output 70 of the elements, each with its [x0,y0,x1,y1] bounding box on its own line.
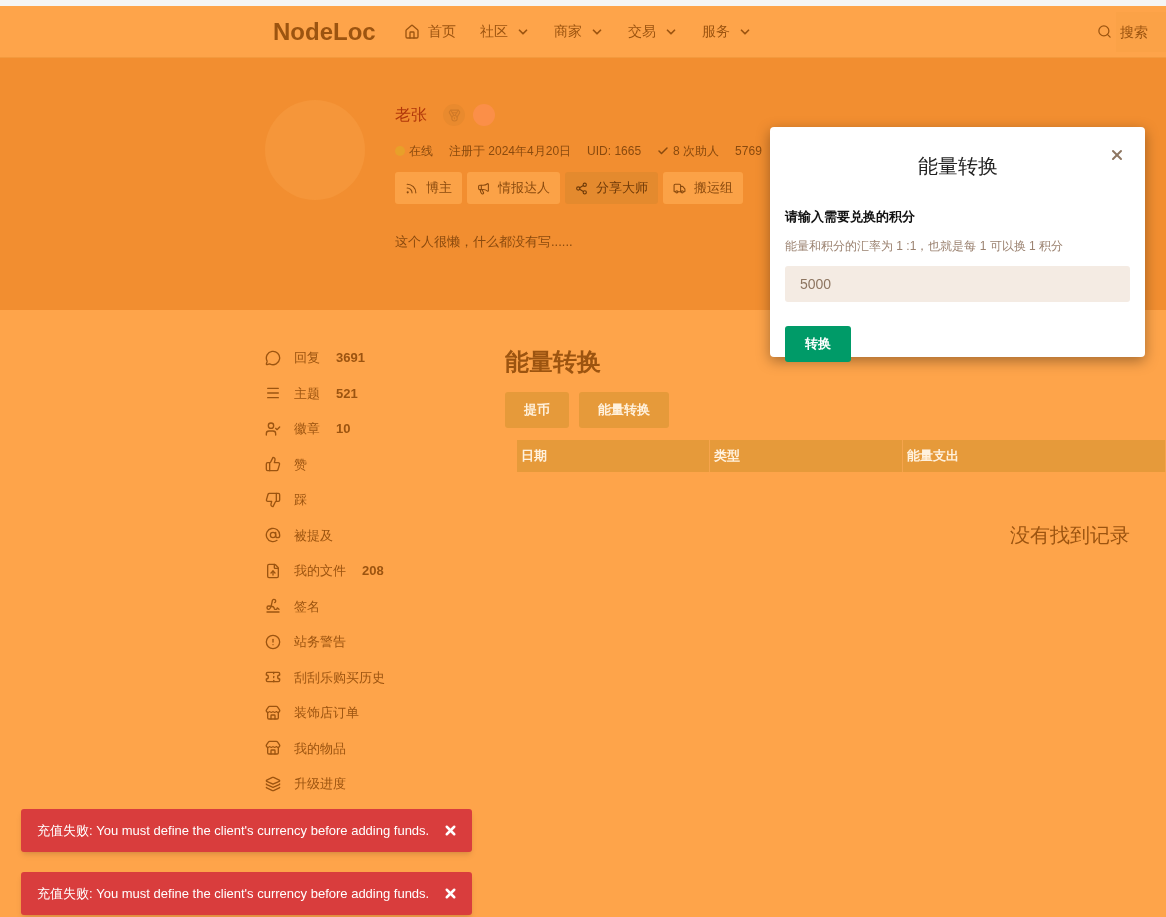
nav-menu-item[interactable]: 首页 [403,21,456,42]
item-count: 10 [336,420,351,438]
signature-icon [265,598,281,615]
sidebar-item[interactable]: 踩 [265,482,505,518]
store-icon [265,704,281,721]
sidebar-item[interactable]: 我的物品 [265,730,505,766]
table-header-cell: 类型 [710,440,903,472]
sidebar-item[interactable]: 升级进度 [265,766,505,802]
speech-bubble-icon [265,349,281,366]
group-button[interactable]: 情报达人 [467,172,560,204]
helped-count: 8 次助人 [673,143,720,160]
amount-input[interactable]: 5000 [785,265,1130,302]
sidebar-item[interactable]: 刮刮乐购买历史 [265,659,505,695]
sidebar-item[interactable]: 被提及 [265,517,505,553]
thumbs-down-icon [265,491,281,508]
user-id: UID: 1665 [587,143,642,160]
search-icon [1097,24,1112,39]
group-button[interactable]: 分享大师 [565,172,658,204]
site-logo[interactable]: NodeLoc [273,13,376,50]
item-count: 521 [336,384,358,403]
status-text: 在线 [409,143,433,160]
layers-icon [265,775,281,792]
store-icon [265,740,281,757]
item-count: 3691 [336,349,365,367]
file-icon [265,562,281,579]
sidebar-item[interactable]: 回复 3691 [265,340,505,376]
group-button[interactable]: 搬运组 [663,172,743,204]
item-count: 208 [362,562,384,580]
rss-icon [405,181,418,195]
share-icon [575,181,588,195]
group-button[interactable]: 博主 [395,172,462,204]
close-icon [1109,147,1125,163]
thumbs-up-icon [265,456,281,473]
empty-message: 没有找到记录 [1010,523,1130,548]
registered-date: 注册于 2024年4月20日 [449,143,572,160]
alert-icon [265,633,281,650]
at-sign-icon [265,527,281,544]
dialog-title: 能量转换 [917,154,998,179]
user-bio: 这个人很懒，什么都没有写...... [395,233,573,251]
nav-menu-item[interactable]: 社区 [479,21,530,42]
nav-menu-item[interactable]: 商家 [553,21,604,42]
field-label: 请输入需要兑换的积分 [785,208,916,226]
sidebar-item[interactable]: 我的文件 208 [265,553,505,589]
nav-menu-item[interactable]: 服务 [701,21,752,42]
user-name: 老张 [395,105,427,125]
submit-button[interactable]: 转换 [785,325,851,362]
sidebar-item[interactable]: 徽章 10 [265,411,505,447]
badge-icon [473,104,495,126]
sidebar-item[interactable]: 站务警告 [265,624,505,660]
table-header-cell: 日期 [517,440,710,472]
home-icon [403,23,420,40]
sidebar-item[interactable]: 装饰店订单 [265,695,505,731]
badge-icon [443,104,465,126]
sidebar-item[interactable]: 签名 [265,588,505,624]
tab-button[interactable]: 能量转换 [579,392,669,428]
nav-menu-item[interactable]: 交易 [627,21,678,42]
tab-button[interactable]: 提币 [505,392,569,428]
table-header-cell: 能量支出 [903,440,1166,472]
megaphone-icon [477,181,490,195]
sidebar-item[interactable]: 主题 521 [265,375,505,411]
page-title: 能量转换 [505,347,602,377]
stat-value: 5769 [735,143,762,160]
close-button[interactable] [1109,147,1125,163]
toast-message: 充值失败: You must define the client's currency before adding funds. [37,884,430,903]
check-icon [657,145,670,157]
help-text: 能量和积分的汇率为 1 :1，也就是每 1 可以换 1 积分 [785,237,1065,255]
truck-icon [673,181,686,195]
user-icon [265,420,281,437]
toast-message: 充值失败: You must define the client's currency before adding funds. [37,821,430,840]
sidebar-item[interactable]: 赞 [265,446,505,482]
